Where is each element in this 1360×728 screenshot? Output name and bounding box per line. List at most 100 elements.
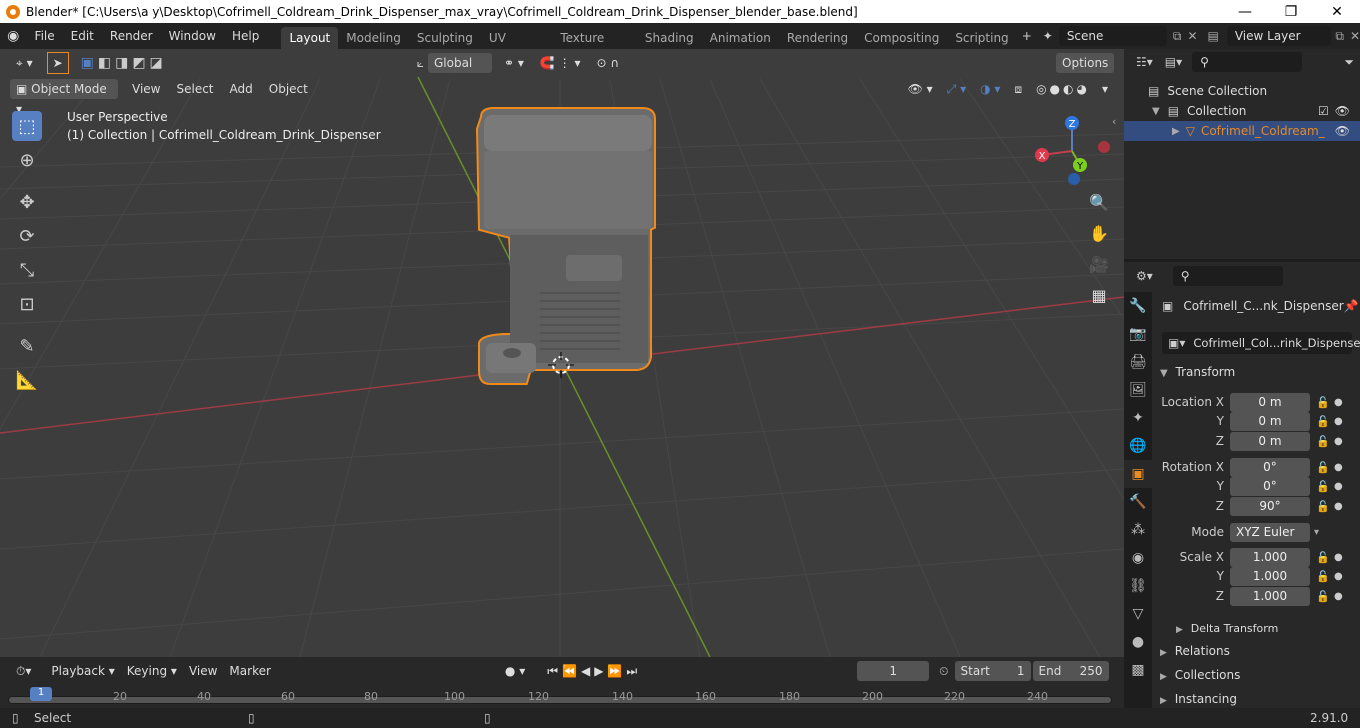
collection-expand-icon[interactable]: ▼ (1152, 106, 1160, 117)
particles-tab-icon[interactable]: ⁂ (1124, 516, 1152, 544)
world-tab-icon[interactable]: 🌐 (1124, 432, 1152, 460)
xray-icon[interactable]: ⧈ (1008, 79, 1028, 99)
3d-viewport[interactable]: ⌖ ▾ ➤ ▣ ◧ ◨ ◩ ◪ ⟀ Global ⚭ ▾ 🧲 ⋮ ▾ ⊙ ∩ O… (0, 49, 1124, 657)
tab-texture-paint[interactable]: Texture Paint (552, 27, 637, 67)
filter-icon[interactable]: ⏷ (1344, 55, 1354, 70)
overlays-icon[interactable]: ◑ ▾ (974, 79, 1006, 99)
cursor-tool-icon[interactable]: ⊕ (12, 145, 42, 175)
location-x-field[interactable]: 0 m (1230, 392, 1310, 412)
rotation-z-lock-icon[interactable]: 🔓 (1316, 500, 1330, 513)
texture-tab-icon[interactable]: ▩ (1124, 656, 1152, 684)
transform-section-header[interactable]: ▼ Transform (1160, 361, 1356, 383)
tab-compositing[interactable]: Compositing (856, 27, 947, 49)
menu-render[interactable]: Render (102, 23, 161, 49)
delta-transform-section[interactable]: ▶ Delta Transform (1176, 617, 1360, 639)
add-workspace-icon[interactable]: + (1017, 29, 1037, 43)
properties-search-input[interactable]: ⚲ (1172, 266, 1283, 286)
object-tab-icon[interactable]: ▣ (1124, 460, 1152, 488)
record-keyframe-icon[interactable]: ● ▾ (499, 661, 531, 681)
scale-x-field[interactable]: 1.000 (1230, 547, 1310, 567)
scene-icon[interactable]: ✦ (1043, 29, 1053, 43)
end-frame-field[interactable]: End 250 (1032, 661, 1109, 681)
tab-modeling[interactable]: Modeling (338, 27, 409, 49)
view-layer-tab-icon[interactable]: 🖼 (1124, 376, 1152, 404)
transform-tool-icon[interactable]: ⊡ (12, 289, 42, 319)
location-y-field[interactable]: 0 m (1230, 411, 1310, 431)
tab-rendering[interactable]: Rendering (779, 27, 856, 49)
gizmo-toggle-icon[interactable]: ⤢ ▾ (941, 79, 972, 99)
menu-object[interactable]: Object (263, 79, 314, 99)
collection-row[interactable]: ▼ ▤ Collection ☑ 👁 (1124, 101, 1360, 121)
zoom-icon[interactable]: 🔍 (1086, 193, 1112, 224)
measure-tool-icon[interactable]: 📐 (12, 365, 42, 395)
material-tab-icon[interactable]: ● (1124, 628, 1152, 656)
display-mode-icon[interactable]: ▤▾ (1165, 55, 1182, 69)
minimize-button[interactable]: — (1222, 0, 1268, 23)
scale-y-field[interactable]: 1.000 (1230, 566, 1310, 586)
pan-hand-icon[interactable]: ✋ (1086, 224, 1112, 255)
object-visibility-icon[interactable]: 👁 (1335, 124, 1350, 138)
physics-tab-icon[interactable]: ◉ (1124, 544, 1152, 572)
blender-menu-icon[interactable]: ◉ (0, 28, 27, 44)
options-dropdown[interactable]: Options (1056, 53, 1114, 73)
menu-file[interactable]: File (27, 23, 63, 49)
relations-section[interactable]: ▶ Relations (1160, 640, 1356, 662)
outliner-search-input[interactable]: ⚲ (1192, 52, 1303, 72)
location-x-keyframe-icon[interactable]: ● (1334, 397, 1344, 408)
location-z-keyframe-icon[interactable]: ● (1334, 436, 1344, 447)
ortho-grid-icon[interactable]: ▦ (1086, 286, 1112, 317)
tab-animation[interactable]: Animation (702, 27, 779, 49)
rotation-z-keyframe-icon[interactable]: ● (1334, 501, 1344, 512)
scale-y-keyframe-icon[interactable]: ● (1334, 571, 1344, 582)
select-extend-icon[interactable]: ◧ (98, 55, 111, 71)
sidebar-toggle-icon[interactable]: ‹ (1112, 115, 1116, 128)
scale-z-lock-icon[interactable]: 🔓 (1316, 590, 1330, 603)
scale-z-field[interactable]: 1.000 (1230, 586, 1310, 606)
shading-modes-icon[interactable]: ◎●◐◕ (1030, 79, 1096, 99)
pivot-point-icon[interactable]: ⚭ ▾ (498, 53, 530, 73)
location-x-lock-icon[interactable]: 🔓 (1316, 396, 1330, 409)
select-new-icon[interactable]: ▣ (81, 55, 94, 71)
move-tool-icon[interactable]: ✥ (12, 187, 42, 217)
maximize-button[interactable]: ❐ (1268, 0, 1314, 23)
navigation-gizmo[interactable]: Z X Y (1030, 111, 1114, 195)
rotation-x-lock-icon[interactable]: 🔓 (1316, 461, 1330, 474)
scene-collection-row[interactable]: ▤ Scene Collection (1124, 81, 1360, 101)
menu-window[interactable]: Window (161, 23, 224, 49)
rotation-y-field[interactable]: 0° (1230, 476, 1310, 496)
scene-field[interactable]: Scene (1058, 26, 1167, 46)
location-y-keyframe-icon[interactable]: ● (1334, 416, 1344, 427)
menu-add[interactable]: Add (224, 79, 259, 99)
rotation-y-keyframe-icon[interactable]: ● (1334, 481, 1344, 492)
playhead-frame-marker[interactable]: 1 (30, 687, 52, 701)
modifier-tab-icon[interactable]: 🔨 (1124, 488, 1152, 516)
rotate-tool-icon[interactable]: ⟳ (12, 221, 42, 251)
transform-orientation-dropdown[interactable]: Global (427, 53, 492, 73)
annotate-tool-icon[interactable]: ✎ (12, 331, 42, 361)
camera-view-icon[interactable]: 🎥 (1086, 255, 1112, 286)
view-layer-field[interactable]: View Layer (1226, 26, 1332, 46)
menu-edit[interactable]: Edit (63, 23, 102, 49)
transform-orientation-icon[interactable]: ⟀ (417, 56, 424, 71)
new-view-layer-icon[interactable]: ⧉ (1335, 29, 1344, 44)
new-scene-icon[interactable]: ⧉ (1173, 29, 1182, 44)
rotation-x-keyframe-icon[interactable]: ● (1334, 462, 1344, 473)
menu-help[interactable]: Help (224, 23, 267, 49)
scale-x-lock-icon[interactable]: 🔓 (1316, 551, 1330, 564)
collection-checkbox[interactable]: ☑ (1318, 104, 1329, 118)
delete-scene-icon[interactable]: ✕ (1187, 29, 1197, 43)
instancing-section[interactable]: ▶ Instancing (1160, 688, 1356, 710)
data-tab-icon[interactable]: ▽ (1124, 600, 1152, 628)
render-tab-icon[interactable]: 📷 (1124, 320, 1152, 348)
delete-view-layer-icon[interactable]: ✕ (1350, 29, 1360, 43)
scale-x-keyframe-icon[interactable]: ● (1334, 552, 1344, 563)
tab-scripting[interactable]: Scripting (947, 27, 1016, 49)
editor-type-icon[interactable]: ⌖ ▾ (10, 53, 39, 73)
object-row[interactable]: ▶ ▽ Cofrimell_Coldream_ 👁 (1124, 121, 1360, 141)
tab-layout[interactable]: Layout (281, 27, 339, 49)
scale-tool-icon[interactable]: ⤡ (12, 255, 42, 285)
menu-view[interactable]: View (126, 79, 166, 99)
shading-options-icon[interactable]: ▾ (1096, 79, 1114, 99)
output-tab-icon[interactable]: 🖨 (1124, 348, 1152, 376)
rotation-mode-dropdown[interactable]: XYZ Euler (1230, 522, 1310, 542)
